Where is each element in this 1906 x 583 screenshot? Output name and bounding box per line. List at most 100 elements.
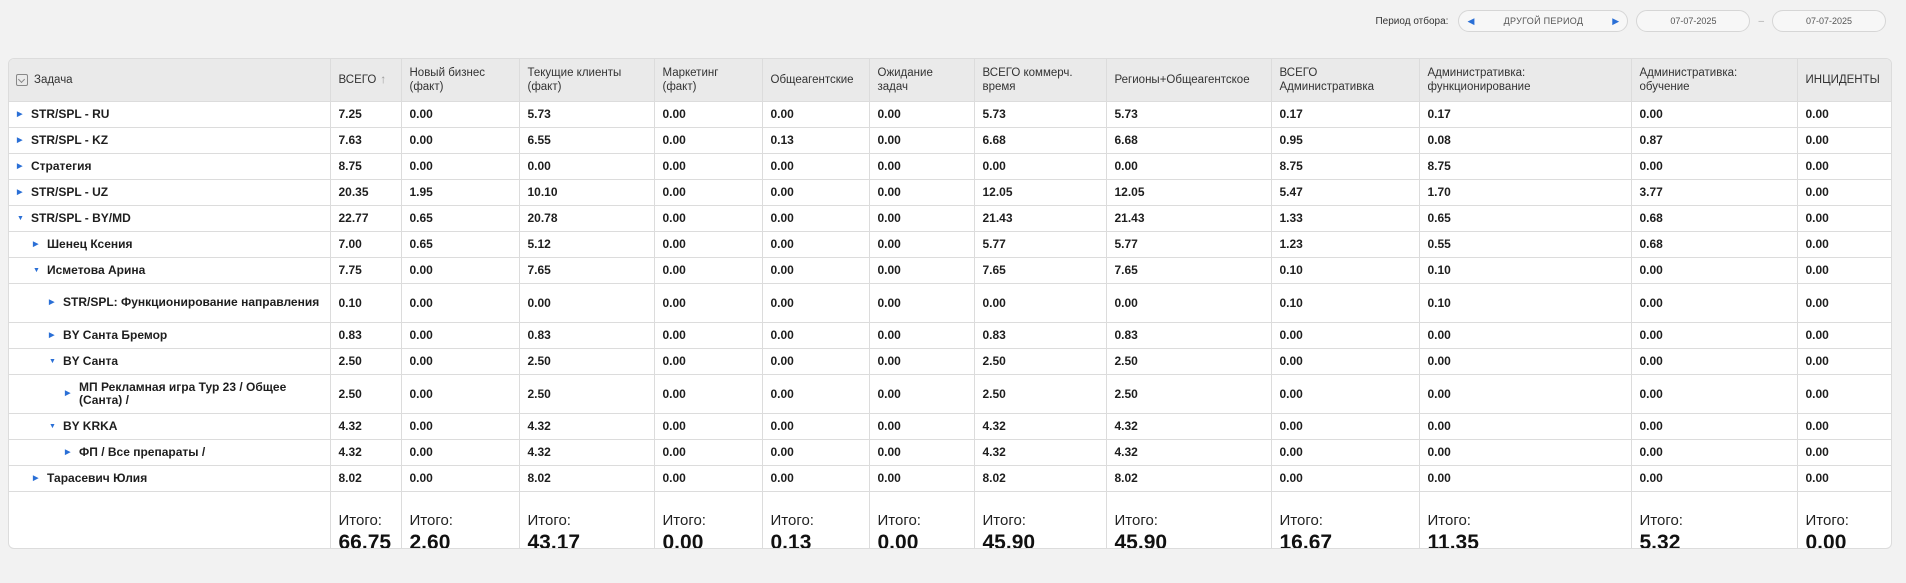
total-value: 2.60 bbox=[409, 530, 451, 549]
value-cell: 0.00 bbox=[869, 413, 975, 440]
column-header[interactable]: Маркетинг (факт) bbox=[654, 59, 763, 102]
total-cell: Итого: 0.13 bbox=[762, 491, 870, 548]
value-cell: 0.00 bbox=[1797, 153, 1891, 180]
expand-caret-icon[interactable]: ▶ bbox=[17, 134, 31, 147]
column-header[interactable]: Ожидание задач bbox=[869, 59, 975, 102]
collapse-caret-icon[interactable]: ▼ bbox=[33, 264, 47, 277]
value-cell: 0.00 bbox=[654, 413, 763, 440]
date-from-input[interactable]: 07-07-2025 bbox=[1636, 10, 1751, 32]
task-cell-content: ▶ BY Санта Бремор bbox=[17, 328, 322, 342]
total-cell: Итого: 11.35 bbox=[1419, 491, 1632, 548]
value-cell: 2.50 bbox=[974, 374, 1107, 414]
column-header-label: Новый бизнес (факт) bbox=[409, 66, 485, 93]
column-header[interactable]: Общеагентские bbox=[762, 59, 870, 102]
table-row[interactable]: ▶ ФП / Все препараты /4.32 0.00 4.32 0.00 0.0… bbox=[9, 439, 1891, 466]
column-header[interactable]: Текущие клиенты (факт) bbox=[519, 59, 655, 102]
column-header[interactable]: Новый бизнес (факт) bbox=[401, 59, 520, 102]
expand-caret-icon[interactable]: ▶ bbox=[49, 329, 63, 342]
table-row[interactable]: ▼ Исметова Арина 7.75 0.00 7.65 0.00 0.00 0.00 7… bbox=[9, 257, 1891, 284]
value-cell: 0.00 bbox=[1631, 465, 1798, 492]
column-header[interactable]: Регионы+Общеагентское bbox=[1106, 59, 1272, 102]
table-row[interactable]: ▼ BY Санта 2.50 0.00 2.50 0.00 0.00 0.00 2.50 2.5… bbox=[9, 348, 1891, 375]
expand-all-icon[interactable] bbox=[16, 73, 28, 86]
column-header[interactable]: Административка: функционирование bbox=[1419, 59, 1632, 102]
expand-caret-icon[interactable]: ▶ bbox=[33, 238, 47, 251]
table-row[interactable]: ▶ Тарасевич Юлия 8.02 0.00 8.02 0.00 0.00 0.00 8… bbox=[9, 465, 1891, 492]
table-row[interactable]: ▶ МП Рекламная игра Тур 23 / Общее (Санта… bbox=[9, 374, 1891, 414]
task-label: Шенец Ксения bbox=[47, 236, 133, 251]
table-row[interactable]: ▶ STR/SPL - RU 7.25 0.00 5.73 0.00 0.00 0.00 5.7… bbox=[9, 101, 1891, 128]
chevron-left-icon[interactable]: ◀ bbox=[1467, 16, 1474, 27]
value-cell: 21.43 bbox=[974, 205, 1107, 232]
task-label: BY Санта bbox=[63, 353, 119, 368]
column-header[interactable]: ИНЦИДЕНТЫ bbox=[1797, 59, 1891, 102]
column-header[interactable]: ВСЕГО коммерч. время bbox=[974, 59, 1107, 102]
table-row[interactable]: ▶ BY Санта Бремор 0.83 0.00 0.83 0.00 0.00 0.00… bbox=[9, 322, 1891, 349]
value-cell: 0.00 bbox=[654, 439, 763, 466]
value-cell: 1.70 bbox=[1419, 179, 1632, 206]
expand-caret-icon[interactable]: ▶ bbox=[65, 387, 79, 400]
task-label: Стратегия bbox=[31, 158, 92, 173]
table-row[interactable]: ▶ Стратегия 8.75 0.00 0.00 0.00 0.00 0.00 0.00 0.… bbox=[9, 153, 1891, 180]
value-cell: 22.77 bbox=[330, 205, 402, 232]
value-cell: 4.32 bbox=[519, 439, 655, 466]
task-cell-content: ▶ Шенец Ксения bbox=[17, 236, 322, 251]
column-header[interactable]: ВСЕГО ↑ bbox=[330, 59, 402, 102]
value-cell: 0.00 bbox=[401, 465, 520, 492]
total-label: Итого: bbox=[409, 511, 453, 529]
task-label: BY KRKA bbox=[63, 418, 118, 433]
column-header[interactable]: Административка: обучение bbox=[1631, 59, 1798, 102]
total-label: Итого: bbox=[662, 511, 706, 529]
task-cell-content: ▼ Исметова Арина bbox=[17, 263, 322, 277]
value-cell: 20.78 bbox=[519, 205, 655, 232]
total-label: Итого: bbox=[527, 511, 571, 529]
expand-caret-icon[interactable]: ▶ bbox=[17, 108, 31, 121]
collapse-caret-icon[interactable]: ▼ bbox=[49, 355, 63, 368]
value-cell: 7.65 bbox=[519, 257, 655, 284]
collapse-caret-icon[interactable]: ▼ bbox=[17, 212, 31, 225]
value-cell: 0.95 bbox=[1271, 127, 1420, 154]
value-cell: 0.00 bbox=[401, 374, 520, 414]
value-cell: 7.25 bbox=[330, 101, 402, 128]
sort-ascending-icon[interactable]: ↑ bbox=[380, 72, 386, 86]
period-selector[interactable]: ◀ ДРУГОЙ ПЕРИОД ▶ bbox=[1458, 10, 1629, 32]
expand-caret-icon[interactable]: ▶ bbox=[49, 296, 63, 309]
task-cell-content: ▼ BY KRKA bbox=[17, 418, 322, 433]
value-cell: 0.00 bbox=[654, 205, 763, 232]
task-label: ФП / Все препараты / bbox=[79, 444, 206, 459]
column-header[interactable]: ВСЕГО Административка bbox=[1271, 59, 1420, 102]
column-header-label: Текущие клиенты (факт) bbox=[527, 66, 622, 93]
value-cell: 0.68 bbox=[1631, 231, 1798, 258]
value-cell: 0.00 bbox=[1631, 101, 1798, 128]
value-cell: 0.00 bbox=[762, 101, 870, 128]
expand-caret-icon[interactable]: ▶ bbox=[17, 160, 31, 173]
table-row[interactable]: ▶ STR/SPL - UZ 20.35 1.95 10.10 0.00 0.00 0.00 1… bbox=[9, 179, 1891, 206]
table-row[interactable]: ▶ STR/SPL: Функционирование направления 0.… bbox=[9, 283, 1891, 323]
value-cell: 12.05 bbox=[974, 179, 1107, 206]
chevron-right-icon[interactable]: ▶ bbox=[1612, 16, 1619, 27]
expand-caret-icon[interactable]: ▶ bbox=[33, 472, 47, 485]
value-cell: 3.77 bbox=[1631, 179, 1798, 206]
table-row[interactable]: ▶ STR/SPL - KZ 7.63 0.00 6.55 0.00 0.13 0.00 6.6… bbox=[9, 127, 1891, 154]
column-header-task[interactable]: Задача bbox=[9, 59, 331, 102]
value-cell: 8.02 bbox=[519, 465, 655, 492]
expand-caret-icon[interactable]: ▶ bbox=[65, 446, 79, 459]
value-cell: 0.00 bbox=[1419, 413, 1632, 440]
table-row[interactable]: ▼ BY KRKA 4.32 0.00 4.32 0.00 0.00 0.00 4.32 4.32… bbox=[9, 413, 1891, 440]
collapse-caret-icon[interactable]: ▼ bbox=[49, 420, 63, 433]
table-row[interactable]: ▶ Шенец Ксения 7.00 0.65 5.12 0.00 0.00 0.00 5.7… bbox=[9, 231, 1891, 258]
value-cell: 0.00 bbox=[654, 465, 763, 492]
value-cell: 5.77 bbox=[974, 231, 1107, 258]
total-value: 43.17 bbox=[527, 530, 581, 549]
value-cell: 6.55 bbox=[519, 127, 655, 154]
total-label: Итого: bbox=[338, 511, 382, 529]
task-cell-content: ▶ STR/SPL - RU bbox=[17, 107, 322, 121]
value-cell: 8.75 bbox=[330, 153, 402, 180]
value-cell: 0.00 bbox=[762, 348, 870, 375]
table-row[interactable]: ▼ STR/SPL - BY/MD 22.77 0.65 20.78 0.00 0.00 0.… bbox=[9, 205, 1891, 232]
expand-caret-icon[interactable]: ▶ bbox=[17, 186, 31, 199]
date-to-input[interactable]: 07-07-2025 bbox=[1772, 10, 1886, 32]
value-cell: 0.10 bbox=[1419, 283, 1632, 323]
value-cell: 0.00 bbox=[974, 283, 1107, 323]
value-cell: 0.00 bbox=[1106, 283, 1272, 323]
